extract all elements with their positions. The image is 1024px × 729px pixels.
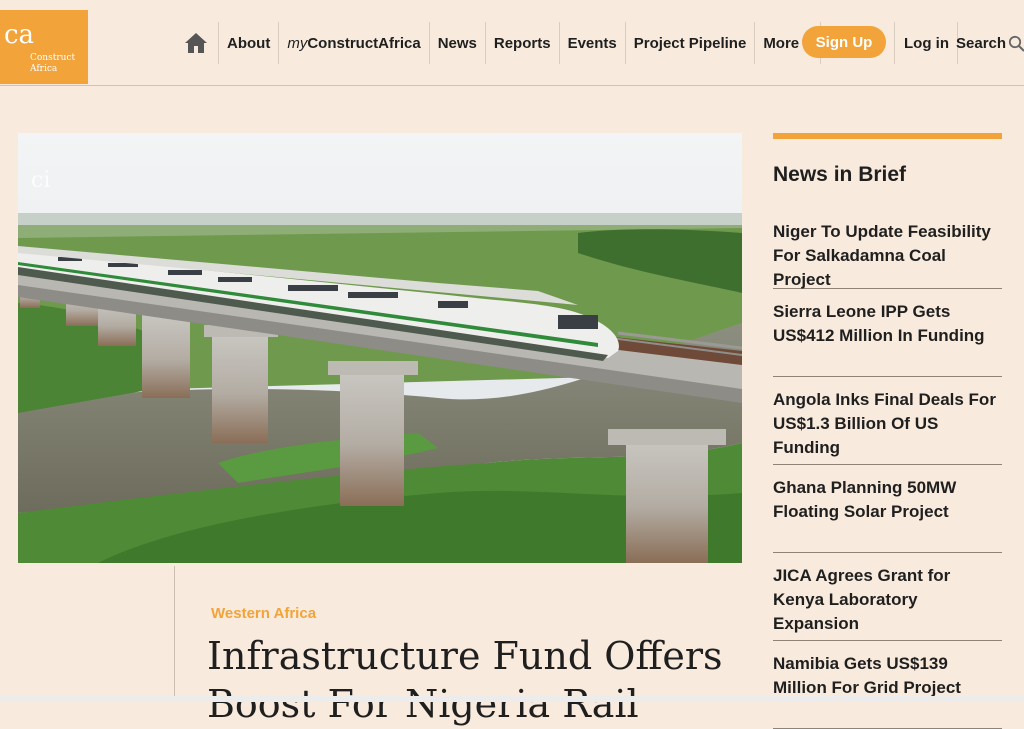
list-item: Angola Inks Final Deals For US$1.3 Billi… — [773, 377, 1002, 465]
list-item: Niger To Update Feasibility For Salkadam… — [773, 209, 1002, 289]
nav-project-pipeline[interactable]: Project Pipeline — [626, 22, 756, 64]
nav-more-label: More — [763, 34, 800, 52]
brief-link[interactable]: JICA Agrees Grant for Kenya Laboratory E… — [773, 564, 1002, 636]
logo-name-line2: Africa — [30, 64, 58, 74]
logo-mark: ca — [4, 20, 35, 50]
search-button[interactable]: Search — [956, 22, 1024, 64]
list-item: Ghana Planning 50MW Floating Solar Proje… — [773, 465, 1002, 553]
logo-name-line1: Construct — [30, 53, 76, 63]
brief-link[interactable]: Angola Inks Final Deals For US$1.3 Billi… — [773, 388, 1002, 460]
brief-link[interactable]: Ghana Planning 50MW Floating Solar Proje… — [773, 476, 1002, 524]
list-item: JICA Agrees Grant for Kenya Laboratory E… — [773, 553, 1002, 641]
nav-reports[interactable]: Reports — [486, 22, 560, 64]
nav-my-prefix: my — [287, 34, 308, 52]
nav-events[interactable]: Events — [560, 22, 626, 64]
nav-news[interactable]: News — [430, 22, 486, 64]
sidebar-title: News in Brief — [773, 163, 907, 186]
list-item: Namibia Gets US$139 Million For Grid Pro… — [773, 641, 1002, 729]
site-header: ca Construct Africa About my ConstructAfr… — [0, 0, 1024, 86]
article-divider — [174, 566, 175, 702]
nav-home[interactable] — [176, 22, 219, 64]
article-headline[interactable]: Infrastructure Fund Offers Boost For Nig… — [207, 632, 767, 728]
sidebar-accent-bar — [773, 133, 1002, 139]
login-link[interactable]: Log in — [894, 22, 958, 64]
main-nav: About my ConstructAfrica News Reports Eve… — [176, 22, 822, 64]
list-item: Sierra Leone IPP Gets US$412 Million In … — [773, 289, 1002, 377]
signup-button[interactable]: Sign Up — [802, 26, 886, 58]
brief-link[interactable]: Sierra Leone IPP Gets US$412 Million In … — [773, 300, 1002, 348]
window-bottom-edge — [0, 696, 1024, 702]
hero-watermark: ci — [31, 168, 51, 193]
hero-image[interactable]: ci — [18, 133, 742, 563]
nav-myconstructafrica[interactable]: my ConstructAfrica — [279, 22, 430, 64]
article-region-tag[interactable]: Western Africa — [211, 605, 316, 622]
nav-myconstructafrica-label: ConstructAfrica — [307, 34, 421, 52]
hero-photo — [18, 133, 742, 563]
search-icon — [1008, 35, 1024, 52]
logo-name: Construct Africa — [30, 53, 75, 75]
news-in-brief-list: Niger To Update Feasibility For Salkadam… — [773, 209, 1002, 729]
search-label: Search — [956, 34, 1007, 52]
construct-africa-logo[interactable]: ca Construct Africa — [0, 10, 88, 84]
brief-link[interactable]: Namibia Gets US$139 Million For Grid Pro… — [773, 652, 1002, 700]
nav-about[interactable]: About — [219, 22, 280, 64]
home-icon — [185, 33, 207, 53]
brief-link[interactable]: Niger To Update Feasibility For Salkadam… — [773, 220, 1002, 292]
